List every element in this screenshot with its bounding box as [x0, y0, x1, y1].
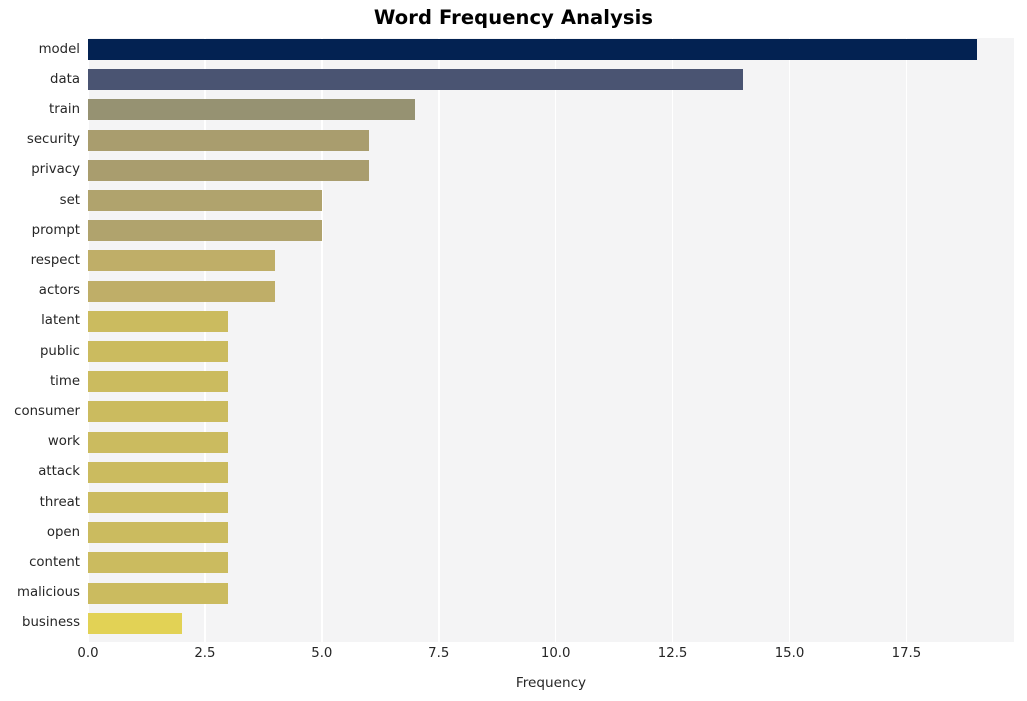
x-tick-label-17.5: 17.5	[892, 646, 922, 661]
y-tick-label-open: open	[0, 526, 80, 540]
bar-business	[88, 613, 182, 634]
y-tick-label-attack: attack	[0, 465, 80, 479]
bar-train	[88, 99, 415, 120]
x-tick-label-15.0: 15.0	[775, 646, 805, 661]
y-tick-label-latent: latent	[0, 314, 80, 328]
bar-set	[88, 190, 322, 211]
x-axis-title: Frequency	[88, 675, 1014, 691]
bar-data	[88, 69, 743, 90]
y-tick-label-train: train	[0, 103, 80, 117]
bar-prompt	[88, 220, 322, 241]
y-tick-label-set: set	[0, 194, 80, 208]
bar-latent	[88, 311, 228, 332]
bar-actors	[88, 281, 275, 302]
x-tick-label-10.0: 10.0	[541, 646, 571, 661]
y-tick-label-work: work	[0, 435, 80, 449]
bar-public	[88, 341, 228, 362]
bars-container	[88, 38, 1014, 642]
bar-model	[88, 39, 977, 60]
x-tick-label-0.0: 0.0	[77, 646, 98, 661]
y-tick-label-actors: actors	[0, 284, 80, 298]
y-tick-label-security: security	[0, 133, 80, 147]
bar-consumer	[88, 401, 228, 422]
plot-area	[88, 38, 1014, 642]
bar-respect	[88, 250, 275, 271]
bar-malicious	[88, 583, 228, 604]
y-tick-label-prompt: prompt	[0, 224, 80, 238]
y-tick-label-consumer: consumer	[0, 405, 80, 419]
y-tick-label-model: model	[0, 43, 80, 57]
x-tick-label-12.5: 12.5	[658, 646, 688, 661]
bar-security	[88, 130, 369, 151]
bar-content	[88, 552, 228, 573]
y-tick-label-respect: respect	[0, 254, 80, 268]
y-tick-label-public: public	[0, 345, 80, 359]
y-axis-tick-labels: model data train security privacy set prompt re…	[0, 38, 80, 642]
x-tick-label-2.5: 2.5	[194, 646, 215, 661]
x-tick-label-5.0: 5.0	[311, 646, 332, 661]
y-tick-label-time: time	[0, 375, 80, 389]
bar-threat	[88, 492, 228, 513]
x-axis-tick-labels: 0.02.55.07.510.012.515.017.5	[88, 646, 1014, 666]
x-tick-label-7.5: 7.5	[428, 646, 449, 661]
y-tick-label-data: data	[0, 73, 80, 87]
bar-privacy	[88, 160, 369, 181]
y-tick-label-threat: threat	[0, 496, 80, 510]
bar-time	[88, 371, 228, 392]
bar-open	[88, 522, 228, 543]
chart-figure: Word Frequency Analysis model data train se…	[0, 0, 1027, 701]
y-tick-label-business: business	[0, 616, 80, 630]
bar-work	[88, 432, 228, 453]
y-tick-label-content: content	[0, 556, 80, 570]
chart-title: Word Frequency Analysis	[0, 6, 1027, 29]
y-tick-label-malicious: malicious	[0, 586, 80, 600]
bar-attack	[88, 462, 228, 483]
y-tick-label-privacy: privacy	[0, 163, 80, 177]
